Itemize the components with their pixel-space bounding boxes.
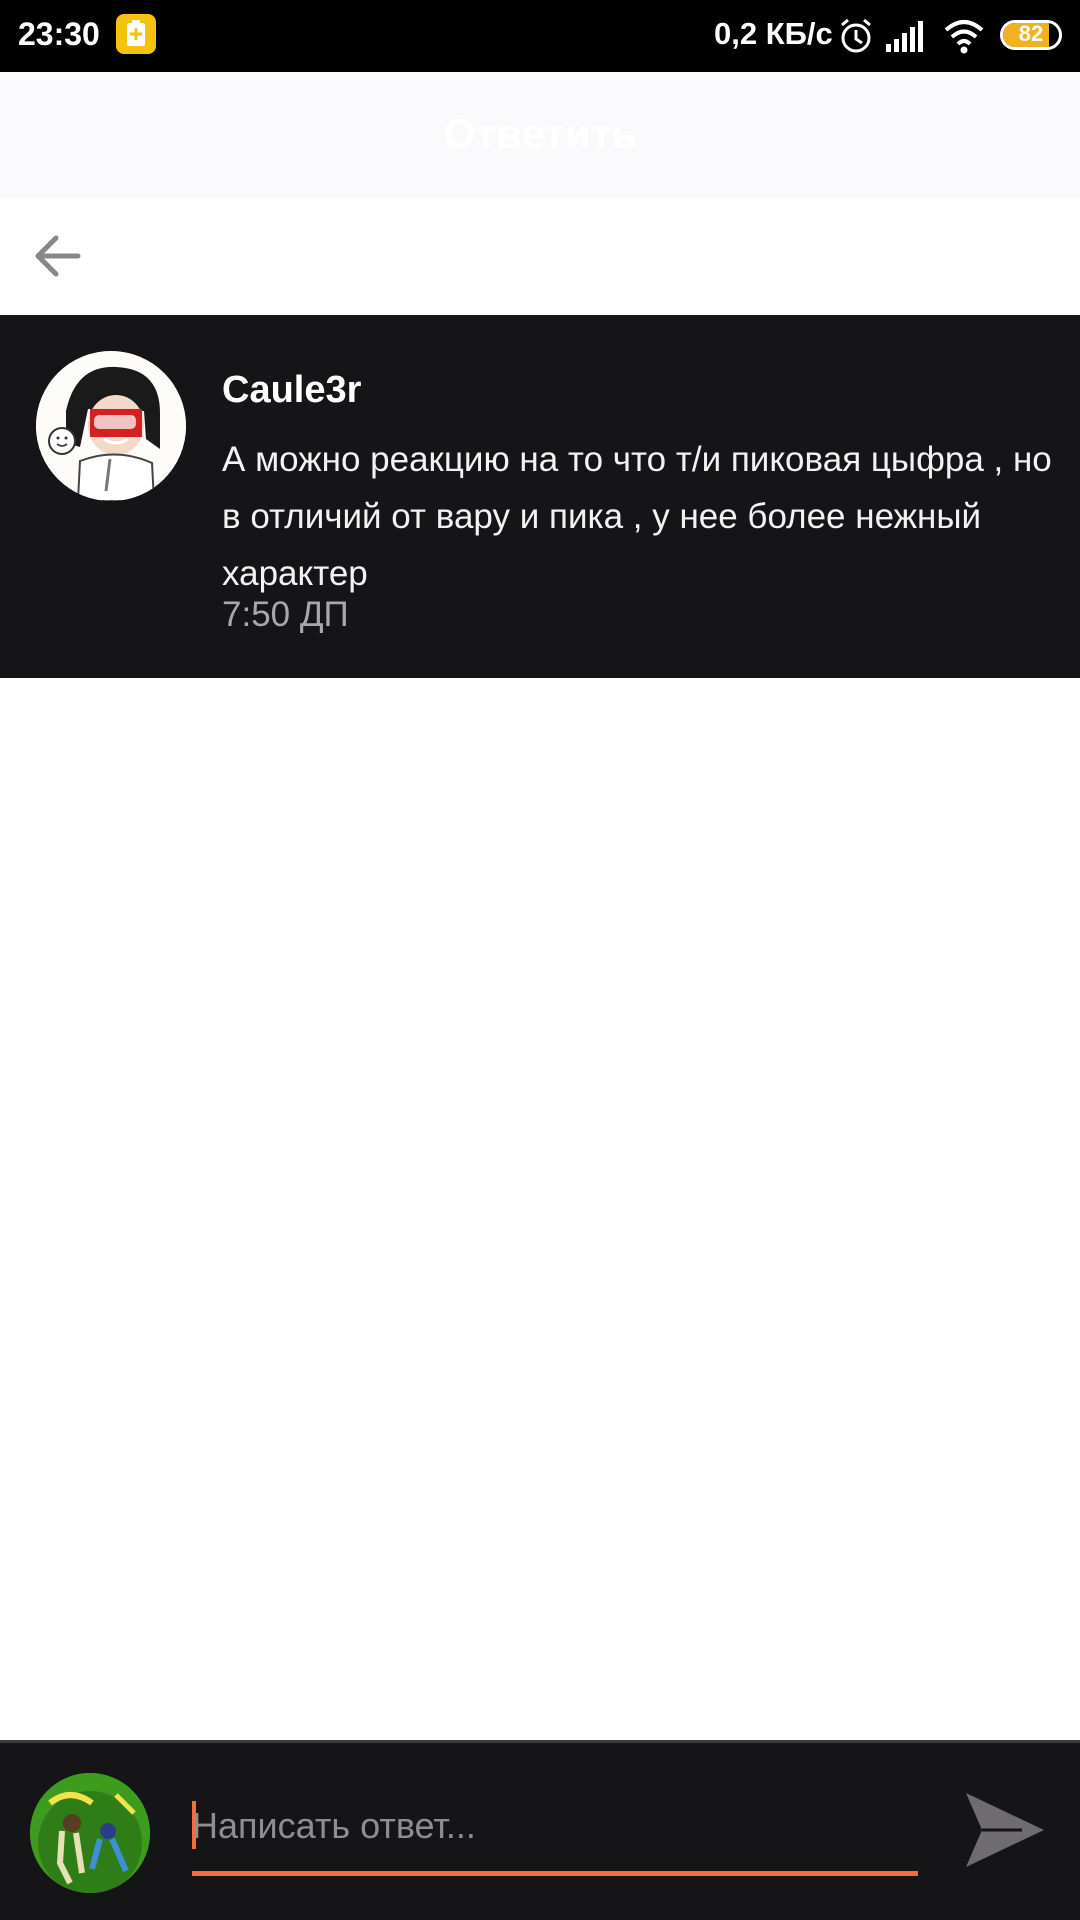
title-bar: Ответить: [0, 72, 1080, 198]
my-avatar[interactable]: [30, 1773, 150, 1893]
wifi-icon: [942, 16, 986, 61]
page-title: Ответить: [442, 110, 638, 157]
reply-bar: [0, 1740, 1080, 1920]
message-author[interactable]: Caule3r: [222, 369, 361, 412]
signal-icon: [884, 18, 928, 59]
status-time: 23:30: [18, 16, 100, 52]
author-avatar[interactable]: [36, 351, 186, 501]
back-button[interactable]: [28, 228, 88, 284]
message-card: Caule3r А можно реакцию на то что т/и пи…: [0, 315, 1080, 678]
message-time: 7:50 ДП: [222, 595, 349, 634]
arrow-left-icon: [35, 235, 81, 277]
text-cursor: [192, 1801, 196, 1849]
status-bar: 23:30 0,2 КБ/с 82: [0, 0, 1080, 72]
reply-input[interactable]: [192, 1787, 918, 1865]
app-notification-icon: [116, 14, 156, 54]
alarm-icon: [836, 16, 876, 61]
send-icon: [966, 1793, 1044, 1867]
network-speed: 0,2 КБ/с: [714, 16, 833, 51]
battery-icon: 82: [1000, 20, 1062, 50]
message-text: А можно реакцию на то что т/и пиковая цы…: [222, 440, 1052, 593]
send-button[interactable]: [962, 1789, 1046, 1871]
battery-level: 82: [1018, 21, 1044, 46]
nav-row: [0, 198, 1080, 315]
reply-input-wrap: [192, 1787, 918, 1876]
